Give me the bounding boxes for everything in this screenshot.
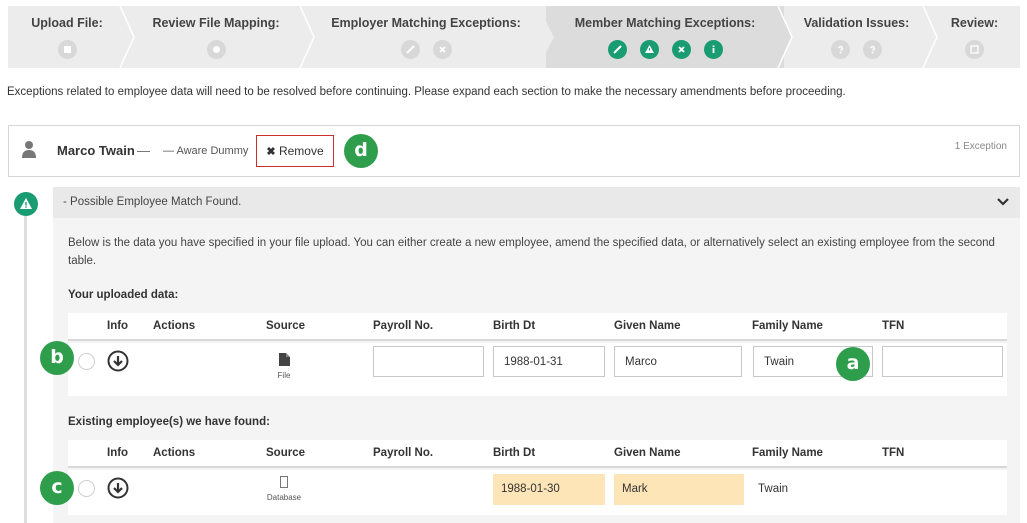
intro-text: Exceptions related to employee data will…	[7, 86, 846, 98]
close-icon	[671, 40, 691, 59]
col-info: Info	[107, 320, 129, 332]
step-separator	[538, 6, 554, 68]
given-name-cell: Mark	[614, 474, 744, 505]
step-member-matching-exceptions[interactable]: Member Matching Exceptions:	[546, 6, 784, 68]
callout-a: a	[836, 347, 870, 381]
source-cell: Database	[264, 476, 304, 502]
col-birth-dt: Birth Dt	[493, 320, 536, 332]
source-label: Database	[266, 493, 302, 502]
step-separator	[119, 6, 135, 68]
col-family-name: Family Name	[752, 320, 823, 332]
remove-button[interactable]: ✖ Remove	[256, 135, 334, 167]
wizard-steps: Upload File: Review File Mapping: Employ…	[8, 6, 1020, 68]
pencil-icon	[400, 40, 420, 59]
col-actions: Actions	[153, 320, 196, 332]
warning-icon	[14, 192, 38, 216]
employer-name: — Aware Dummy	[163, 145, 249, 157]
step-title: Employer Matching Exceptions:	[331, 16, 521, 30]
family-name-cell: Twain	[758, 483, 789, 495]
employee-name-separator: —	[137, 143, 150, 158]
step-validation-issues[interactable]: Validation Issues:	[784, 6, 929, 68]
warning-icon	[639, 40, 659, 59]
uploaded-table-header: Info Actions Source Payroll No. Birth Dt…	[68, 313, 1007, 341]
callout-b: b	[40, 341, 74, 375]
existing-table-row: Database 1988-01-30 Mark Twain	[68, 470, 1007, 515]
col-birth-dt: Birth Dt	[493, 447, 536, 459]
existing-employees-label: Existing employee(s) we have found:	[68, 416, 270, 428]
col-actions: Actions	[153, 447, 196, 459]
close-icon: ✖	[266, 146, 276, 158]
step-title: Member Matching Exceptions:	[574, 16, 756, 30]
tfn-cell	[882, 474, 1003, 505]
col-source: Source	[266, 447, 305, 459]
col-tfn: TFN	[882, 447, 905, 459]
step-employer-matching-exceptions[interactable]: Employer Matching Exceptions:	[306, 6, 546, 68]
employee-name: Marco Twain	[57, 143, 135, 158]
download-icon[interactable]	[107, 477, 129, 499]
chevron-down-icon[interactable]	[996, 195, 1010, 209]
step-title: Review File Mapping:	[152, 16, 280, 30]
step-separator	[922, 6, 938, 68]
remove-label: Remove	[278, 144, 324, 158]
pencil-icon	[607, 40, 627, 59]
gear-icon	[206, 40, 226, 59]
exception-body: Below is the data you have specified in …	[53, 218, 1020, 523]
exception-description: Below is the data you have specified in …	[68, 237, 995, 267]
payroll-no-input[interactable]	[373, 346, 484, 377]
download-icon[interactable]	[107, 350, 129, 372]
col-payroll-no: Payroll No.	[373, 447, 434, 459]
close-icon	[432, 40, 452, 59]
employee-header: Marco Twain — — Aware Dummy ✖ Remove 1 E…	[8, 125, 1020, 177]
step-upload-file[interactable]: Upload File:	[8, 6, 126, 68]
step-title: Validation Issues:	[803, 16, 910, 30]
select-radio[interactable]	[78, 353, 95, 370]
col-payroll-no: Payroll No.	[373, 320, 434, 332]
timeline-line	[24, 204, 27, 523]
callout-c: c	[40, 471, 74, 505]
calendar-icon	[57, 40, 77, 59]
question-icon	[831, 40, 850, 59]
step-title: Upload File:	[31, 16, 103, 30]
exception-count: 1 Exception	[954, 141, 1007, 152]
select-radio[interactable]	[78, 480, 95, 497]
edit-icon	[965, 40, 984, 59]
source-cell: File	[264, 353, 304, 380]
callout-d: d	[344, 134, 378, 168]
exception-header[interactable]: - Possible Employee Match Found.	[53, 187, 1020, 218]
file-icon	[278, 353, 290, 366]
step-review[interactable]: Review:	[929, 6, 1020, 68]
step-title: Review:	[950, 16, 999, 30]
col-family-name: Family Name	[752, 447, 823, 459]
step-review-file-mapping[interactable]: Review File Mapping:	[126, 6, 306, 68]
person-icon	[22, 141, 36, 158]
question-icon	[863, 40, 882, 59]
step-separator	[299, 6, 315, 68]
database-icon	[280, 476, 288, 488]
payroll-no-cell	[373, 474, 484, 505]
birth-dt-input[interactable]	[493, 346, 605, 377]
tfn-input[interactable]	[882, 346, 1003, 377]
col-given-name: Given Name	[614, 320, 681, 332]
uploaded-data-label: Your uploaded data:	[68, 289, 179, 301]
info-icon	[703, 40, 723, 59]
step-separator	[776, 6, 793, 68]
col-source: Source	[266, 320, 305, 332]
source-label: File	[277, 371, 291, 380]
existing-table-header: Info Actions Source Payroll No. Birth Dt…	[68, 440, 1007, 468]
col-given-name: Given Name	[614, 447, 681, 459]
exception-title: - Possible Employee Match Found.	[63, 196, 242, 208]
col-tfn: TFN	[882, 320, 905, 332]
given-name-input[interactable]	[614, 346, 742, 377]
col-info: Info	[107, 447, 129, 459]
birth-dt-cell: 1988-01-30	[493, 474, 605, 505]
